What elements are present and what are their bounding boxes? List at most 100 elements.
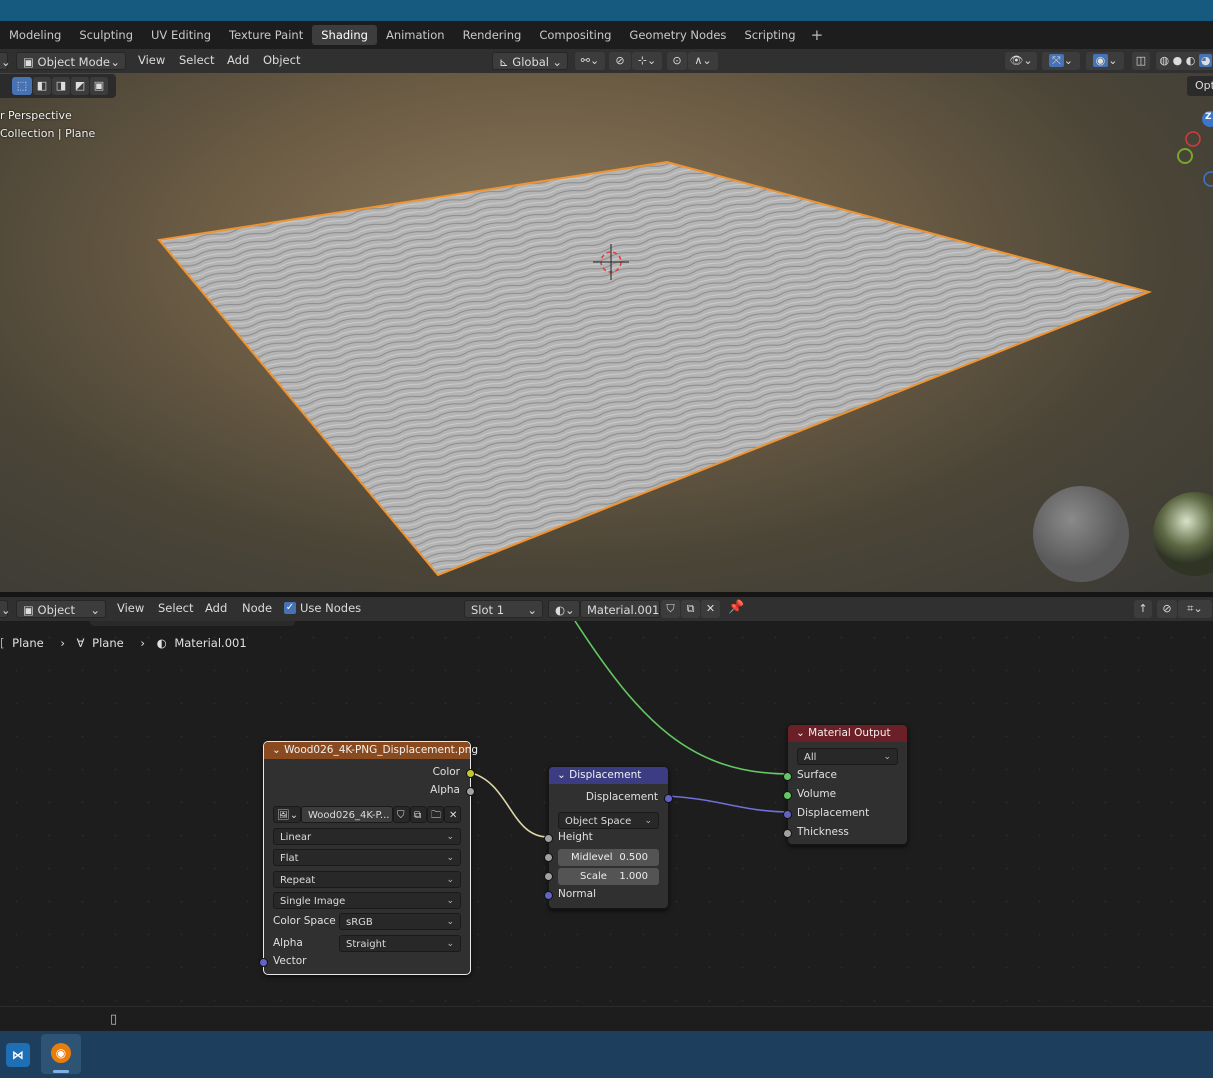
color-space-dropdown[interactable]: sRGB ⌄ — [339, 913, 461, 930]
select-intersect-icon[interactable]: ▣ — [90, 77, 108, 95]
node-menu-select[interactable]: Select — [158, 601, 193, 615]
input-thickness-socket[interactable] — [783, 829, 792, 838]
duplicate-material-icon[interactable]: ⧉ — [681, 600, 700, 618]
chevron-down-icon: ⌄ — [446, 853, 454, 863]
fake-user-shield-icon[interactable]: ⛉ — [661, 600, 680, 618]
output-alpha-socket[interactable] — [466, 787, 475, 796]
snap-target-icon[interactable]: ⊹⌄ — [632, 52, 662, 70]
node-menu-node[interactable]: Node — [242, 601, 272, 615]
blender-taskbar-button[interactable]: ◉ — [41, 1034, 81, 1074]
node-editor-canvas[interactable]: [ Plane › ∀ Plane › ◐ Material.001 ⌄ Woo… — [0, 621, 1213, 1006]
interpolation-dropdown[interactable]: Linear ⌄ — [273, 828, 461, 845]
xray-icon[interactable]: ◫ — [1132, 52, 1150, 70]
add-workspace-button[interactable]: + — [805, 26, 830, 44]
tab-sculpting[interactable]: Sculpting — [70, 25, 142, 45]
collapse-chevron-icon[interactable]: ⌄ — [796, 727, 805, 739]
collapse-chevron-icon[interactable]: ⌄ — [557, 769, 566, 781]
material-browse-button[interactable]: ◐⌄ — [548, 600, 580, 618]
node-menu-add[interactable]: Add — [205, 601, 227, 615]
app-launcher-icon[interactable]: ⋈ — [6, 1043, 30, 1067]
tab-shading[interactable]: Shading — [312, 25, 377, 45]
use-nodes-checkbox[interactable]: ✓ — [284, 602, 296, 614]
object-mode-dropdown[interactable]: ▣ Object Mode ⌄ — [16, 52, 126, 70]
output-alpha-label: Alpha — [430, 784, 460, 796]
tab-uv-editing[interactable]: UV Editing — [142, 25, 220, 45]
select-invert-icon[interactable]: ◩ — [71, 77, 89, 95]
material-output-node[interactable]: ⌄ Material Output All ⌄ Surface Volume Di… — [783, 724, 908, 845]
falloff-icon[interactable]: ∧⌄ — [688, 52, 718, 70]
material-name-field[interactable]: Material.001 — [580, 600, 660, 618]
node-object-label: Object — [37, 603, 75, 617]
tab-modeling[interactable]: Modeling — [0, 25, 70, 45]
editor-type-dropdown[interactable]: ⌄ — [0, 52, 11, 70]
tab-animation[interactable]: Animation — [377, 25, 454, 45]
node-snap-icon[interactable]: ⊘ — [1157, 600, 1177, 618]
scale-slider[interactable]: Scale 1.000 — [558, 868, 659, 885]
active-indicator — [53, 1070, 69, 1073]
image-node-header[interactable]: ⌄ Wood026_4K-PNG_Displacement.png — [264, 742, 478, 759]
pin-icon[interactable]: 📌 — [728, 600, 744, 615]
shading-mode-icons[interactable]: ◍ ● ◐ ◕ — [1156, 52, 1213, 70]
image-browse-button[interactable]: 🖼⌄ — [273, 806, 301, 823]
input-volume-socket[interactable] — [783, 791, 792, 800]
menu-select[interactable]: Select — [179, 53, 214, 67]
transform-orientation-dropdown[interactable]: ⊾ Global ⌄ — [492, 52, 568, 70]
pivot-point-icon[interactable]: ⚯⌄ — [575, 52, 605, 70]
snap-icon[interactable]: ⊘ — [609, 52, 631, 70]
options-button[interactable]: Opt — [1187, 76, 1213, 96]
input-midlevel-socket[interactable] — [544, 853, 553, 862]
displacement-node[interactable]: ⌄ Displacement Displacement Object Space… — [544, 766, 673, 909]
output-displacement-socket[interactable] — [664, 794, 673, 803]
menu-view[interactable]: View — [138, 53, 165, 67]
output-color-socket[interactable] — [466, 769, 475, 778]
source-dropdown[interactable]: Single Image ⌄ — [273, 892, 461, 909]
select-box-icon[interactable]: ⬚ — [12, 77, 32, 95]
3d-viewport[interactable]: ⬚ ◧ ◨ ◩ ▣ r Perspective Collection | Pla… — [0, 73, 1213, 592]
gizmo-toggle-icon[interactable]: ⤧ ⌄ — [1042, 52, 1080, 70]
node-snap-target-icon[interactable]: ⌗⌄ — [1178, 600, 1212, 618]
proportional-edit-icon[interactable]: ⊙ — [667, 52, 687, 70]
tab-compositing[interactable]: Compositing — [530, 25, 620, 45]
displacement-node-header[interactable]: ⌄ Displacement — [549, 767, 668, 784]
target-dropdown[interactable]: All ⌄ — [797, 748, 898, 765]
output-node-header[interactable]: ⌄ Material Output — [788, 725, 907, 742]
node-object-dropdown[interactable]: ▣ Object ⌄ — [16, 600, 106, 618]
input-vector-socket[interactable] — [259, 958, 268, 967]
unlink-x-icon[interactable]: ✕ — [701, 600, 720, 618]
open-folder-icon[interactable]: 🗀 — [427, 806, 444, 823]
midlevel-slider[interactable]: Midlevel 0.500 — [558, 849, 659, 866]
input-normal-socket[interactable] — [544, 891, 553, 900]
input-surface-socket[interactable] — [783, 772, 792, 781]
input-height-socket[interactable] — [544, 834, 553, 843]
projection-dropdown[interactable]: Flat ⌄ — [273, 849, 461, 866]
fake-user-shield-icon[interactable]: ⛉ — [393, 806, 410, 823]
tab-texture-paint[interactable]: Texture Paint — [220, 25, 312, 45]
select-extend-icon[interactable]: ◧ — [33, 77, 51, 95]
unlink-x-icon[interactable]: ✕ — [444, 806, 461, 823]
visibility-icon[interactable]: 👁⌄ — [1005, 52, 1037, 70]
axes-icon: ⊾ — [499, 55, 509, 69]
space-dropdown[interactable]: Object Space ⌄ — [558, 812, 659, 829]
select-subtract-icon[interactable]: ◨ — [52, 77, 70, 95]
node-menu-view[interactable]: View — [117, 601, 144, 615]
extension-dropdown[interactable]: Repeat ⌄ — [273, 871, 461, 888]
chevron-down-icon: ⌄ — [1, 55, 11, 69]
image-name-field[interactable]: Wood026_4K-P... — [301, 806, 393, 823]
chevron-down-icon: ⌄ — [446, 896, 454, 906]
menu-add[interactable]: Add — [227, 53, 249, 67]
alpha-mode-dropdown[interactable]: Straight ⌄ — [339, 935, 461, 952]
interpolation-value: Linear — [280, 832, 312, 843]
tab-geometry-nodes[interactable]: Geometry Nodes — [620, 25, 735, 45]
overlays-icon[interactable]: ◉ ⌄ — [1086, 52, 1124, 70]
duplicate-image-icon[interactable]: ⧉ — [410, 806, 427, 823]
editor-type-dropdown[interactable]: ⌄ — [0, 600, 11, 618]
collapse-chevron-icon[interactable]: ⌄ — [272, 744, 281, 756]
tab-scripting[interactable]: Scripting — [735, 25, 804, 45]
input-displacement-socket[interactable] — [783, 810, 792, 819]
input-scale-socket[interactable] — [544, 872, 553, 881]
menu-object[interactable]: Object — [263, 53, 300, 67]
slot-dropdown[interactable]: Slot 1 ⌄ — [464, 600, 543, 618]
image-texture-node[interactable]: ⌄ Wood026_4K-PNG_Displacement.png Color … — [259, 741, 478, 975]
tab-rendering[interactable]: Rendering — [454, 25, 531, 45]
parent-node-tree-icon[interactable]: ↑ — [1134, 600, 1152, 618]
